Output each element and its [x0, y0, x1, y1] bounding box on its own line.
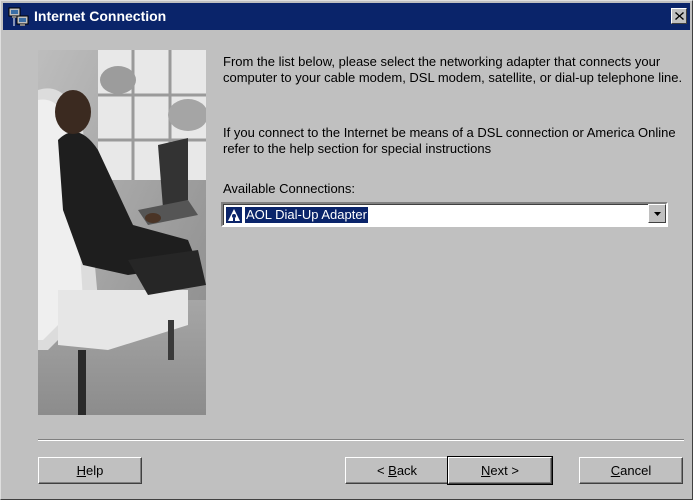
back-label-prefix: < [376, 463, 389, 478]
help-label-rest: elp [86, 463, 104, 478]
back-mnemonic: B [388, 463, 397, 478]
back-button[interactable]: < Back [345, 457, 449, 484]
available-connections-label: Available Connections: [223, 181, 356, 196]
help-button[interactable]: Help [38, 457, 142, 484]
available-connections-dropdown[interactable]: AOL Dial-Up Adapter [221, 202, 668, 227]
internet-connection-dialog: Internet Connection From the list below,… [0, 0, 693, 500]
cancel-mnemonic: C [610, 463, 621, 478]
aol-triangle-man-icon [226, 207, 242, 223]
close-icon [674, 12, 684, 20]
network-computers-icon [8, 7, 29, 26]
instructions-paragraph-2: If you connect to the Internet be means … [223, 125, 676, 156]
button-divider [38, 439, 684, 441]
chevron-down-icon [653, 211, 661, 216]
cancel-label-rest: ancel [620, 463, 652, 478]
back-label-rest: ack [396, 463, 418, 478]
man-with-laptop-photo [38, 50, 206, 415]
next-button[interactable]: Next > [447, 456, 553, 485]
window-title: Internet Connection [34, 8, 167, 24]
instructions-paragraph-1: From the list below, please select the n… [223, 54, 683, 85]
cancel-button[interactable]: Cancel [579, 457, 683, 484]
help-mnemonic: H [76, 463, 87, 478]
next-mnemonic: N [481, 463, 491, 478]
titlebar[interactable]: Internet Connection [3, 3, 690, 30]
close-button[interactable] [671, 8, 687, 24]
next-label-rest: ext > [490, 463, 519, 478]
dropdown-button[interactable] [648, 204, 666, 223]
selected-connection: AOL Dial-Up Adapter [245, 207, 368, 223]
